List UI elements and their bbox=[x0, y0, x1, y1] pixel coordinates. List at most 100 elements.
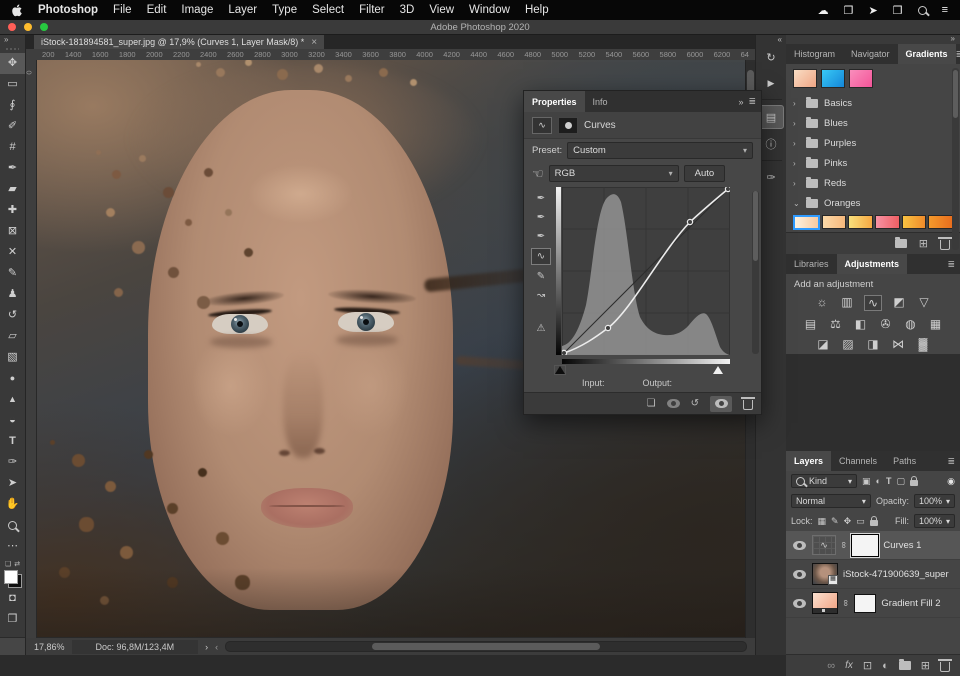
layer-row-gradient-fill-2[interactable]: ∞ Gradient Fill 2 bbox=[786, 589, 960, 618]
layer-filter-kind-select[interactable]: Kind ▾ bbox=[791, 474, 857, 488]
clone-stamp-tool[interactable]: ♟ bbox=[0, 284, 25, 305]
status-expand-icon[interactable]: › bbox=[205, 642, 208, 652]
pencil-curve-icon[interactable]: ✎ bbox=[532, 269, 550, 284]
lock-all-icon[interactable] bbox=[870, 520, 878, 526]
history-panel-icon[interactable]: ↻ bbox=[759, 46, 783, 68]
add-mask-button[interactable]: ⊡ bbox=[863, 659, 872, 672]
black-point-eyedropper-icon[interactable]: ✒ bbox=[532, 191, 550, 206]
vibrance-icon[interactable]: ▽ bbox=[916, 295, 932, 311]
zoom-tool[interactable] bbox=[0, 515, 25, 536]
edit-points-icon[interactable]: ∿ bbox=[531, 248, 551, 265]
new-adjustment-button[interactable]: ◐ bbox=[882, 660, 889, 672]
layer-mask-thumbnail[interactable] bbox=[852, 535, 878, 556]
move-tool[interactable]: ✥ bbox=[0, 53, 25, 74]
menu-select[interactable]: Select bbox=[312, 4, 344, 16]
document-tab[interactable]: iStock-181894581_super.jpg @ 17,9% (Curv… bbox=[34, 35, 324, 49]
link-layers-button[interactable]: ∞ bbox=[827, 660, 835, 672]
panel-menu-icon[interactable]: ≣ bbox=[748, 96, 756, 107]
eyedropper-tool[interactable]: ✒ bbox=[0, 158, 25, 179]
clipping-warning-icon[interactable]: ⚠ bbox=[532, 321, 550, 336]
mask-link-icon[interactable]: ∞ bbox=[839, 542, 849, 548]
view-previous-state-button[interactable] bbox=[667, 399, 680, 408]
gradient-swatch[interactable] bbox=[928, 215, 953, 229]
posterize-icon[interactable]: ▨ bbox=[840, 337, 856, 351]
blend-mode-select[interactable]: Normal ▾ bbox=[791, 494, 871, 508]
layer-visibility-eye[interactable] bbox=[791, 570, 807, 579]
properties-scrollbar-thumb[interactable] bbox=[753, 191, 758, 261]
threshold-icon[interactable]: ◨ bbox=[865, 337, 881, 351]
type-tool[interactable]: T bbox=[0, 431, 25, 452]
lock-paint-icon[interactable]: ✎ bbox=[831, 516, 839, 527]
curves-graph[interactable] bbox=[562, 187, 730, 355]
lasso-tool[interactable]: ∮ bbox=[0, 95, 25, 116]
dodge-tool[interactable]: ◒ bbox=[0, 410, 25, 431]
filter-smart-object-icon[interactable] bbox=[910, 480, 918, 486]
tab-properties[interactable]: Properties bbox=[524, 91, 585, 112]
tab-libraries[interactable]: Libraries bbox=[786, 254, 837, 274]
preset-select[interactable]: Custom ▾ bbox=[567, 142, 753, 159]
recent-gradient-pink[interactable] bbox=[849, 69, 873, 88]
selective-color-icon[interactable]: ⋈ bbox=[890, 337, 906, 351]
filter-image-icon[interactable]: ▣ bbox=[862, 476, 871, 487]
layer-mask-thumbnail[interactable] bbox=[854, 594, 876, 613]
toggle-visibility-button[interactable] bbox=[710, 396, 732, 412]
gradient-swatch-selected[interactable] bbox=[793, 215, 820, 230]
recent-gradient-cyan[interactable] bbox=[821, 69, 845, 88]
brightness-contrast-icon[interactable]: ☼ bbox=[814, 295, 830, 311]
panel-menu-icon[interactable]: ≣ bbox=[956, 49, 960, 60]
menu-edit[interactable]: Edit bbox=[147, 4, 167, 16]
color-lookup-icon[interactable]: ▦ bbox=[928, 317, 944, 331]
actions-panel-icon[interactable]: ▶ bbox=[759, 72, 783, 94]
menu-3d[interactable]: 3D bbox=[400, 4, 415, 16]
crop-tool[interactable]: # bbox=[0, 137, 25, 158]
foreground-color-swatch[interactable] bbox=[4, 570, 18, 584]
scroll-left-arrow-icon[interactable]: ‹ bbox=[215, 642, 218, 652]
tab-layers[interactable]: Layers bbox=[786, 451, 831, 471]
new-group-button[interactable] bbox=[895, 239, 907, 248]
screen-mirroring-icon[interactable]: ❐ bbox=[844, 4, 854, 17]
channel-select[interactable]: RGB ▾ bbox=[549, 165, 679, 182]
gradient-tool[interactable]: ▧ bbox=[0, 347, 25, 368]
menu-image[interactable]: Image bbox=[181, 4, 213, 16]
opacity-field[interactable]: 100% ▾ bbox=[914, 494, 955, 508]
layer-row-curves-1[interactable]: ∿ ∞ Curves 1 bbox=[786, 531, 960, 560]
frame-tool[interactable]: ⊠ bbox=[0, 221, 25, 242]
healing-brush-tool[interactable]: ▰ bbox=[0, 179, 25, 200]
recent-gradient-peach[interactable] bbox=[793, 69, 817, 88]
layer-style-button[interactable]: fx bbox=[845, 660, 853, 671]
smooth-curve-icon[interactable]: ↝ bbox=[532, 288, 550, 303]
gradient-group-basics[interactable]: › Basics bbox=[786, 93, 960, 113]
delete-layer-button[interactable] bbox=[940, 662, 950, 672]
clip-to-layer-button[interactable]: ❏ bbox=[647, 398, 656, 409]
screen-mode-button[interactable]: ❐ bbox=[0, 609, 25, 630]
curves-icon[interactable]: ∿ bbox=[864, 295, 882, 311]
foreground-background-swatches[interactable] bbox=[4, 570, 22, 588]
gradient-group-purples[interactable]: › Purples bbox=[786, 133, 960, 153]
lock-transparent-icon[interactable]: ▦ bbox=[818, 516, 827, 527]
panel-menu-icon[interactable]: ≣ bbox=[947, 456, 955, 467]
invert-icon[interactable]: ◪ bbox=[815, 337, 831, 351]
cursor-icon[interactable]: ➤ bbox=[868, 4, 877, 17]
horizontal-scrollbar-thumb[interactable] bbox=[372, 643, 601, 650]
layer-name[interactable]: Gradient Fill 2 bbox=[881, 598, 940, 609]
gradients-scrollbar[interactable] bbox=[952, 68, 959, 250]
tab-histogram[interactable]: Histogram bbox=[786, 44, 843, 64]
filter-pin-icon[interactable]: ◉ bbox=[947, 476, 955, 487]
lock-position-icon[interactable]: ✥ bbox=[844, 516, 852, 527]
delete-gradient-button[interactable] bbox=[940, 240, 950, 250]
properties-scrollbar[interactable] bbox=[752, 191, 759, 354]
history-brush-tool[interactable]: ↺ bbox=[0, 305, 25, 326]
panel-menu-icon[interactable]: ≣ bbox=[947, 259, 955, 270]
layer-row-istock-image[interactable]: ▦ iStock-471900639_super bbox=[786, 560, 960, 589]
gradient-group-reds[interactable]: › Reds bbox=[786, 173, 960, 193]
hand-tool[interactable]: ✋ bbox=[0, 494, 25, 515]
exposure-icon[interactable]: ◩ bbox=[891, 295, 907, 311]
black-white-icon[interactable]: ◧ bbox=[853, 317, 869, 331]
menu-filter[interactable]: Filter bbox=[359, 4, 385, 16]
creative-cloud-icon[interactable]: ☁ bbox=[818, 4, 829, 17]
marquee-tool[interactable]: ▭ bbox=[0, 74, 25, 95]
tools-expand-icon[interactable]: » bbox=[0, 35, 8, 44]
sharpen-tool[interactable]: ▲ bbox=[0, 389, 25, 410]
tab-gradients[interactable]: Gradients bbox=[898, 44, 956, 64]
tab-adjustments[interactable]: Adjustments bbox=[837, 254, 908, 274]
